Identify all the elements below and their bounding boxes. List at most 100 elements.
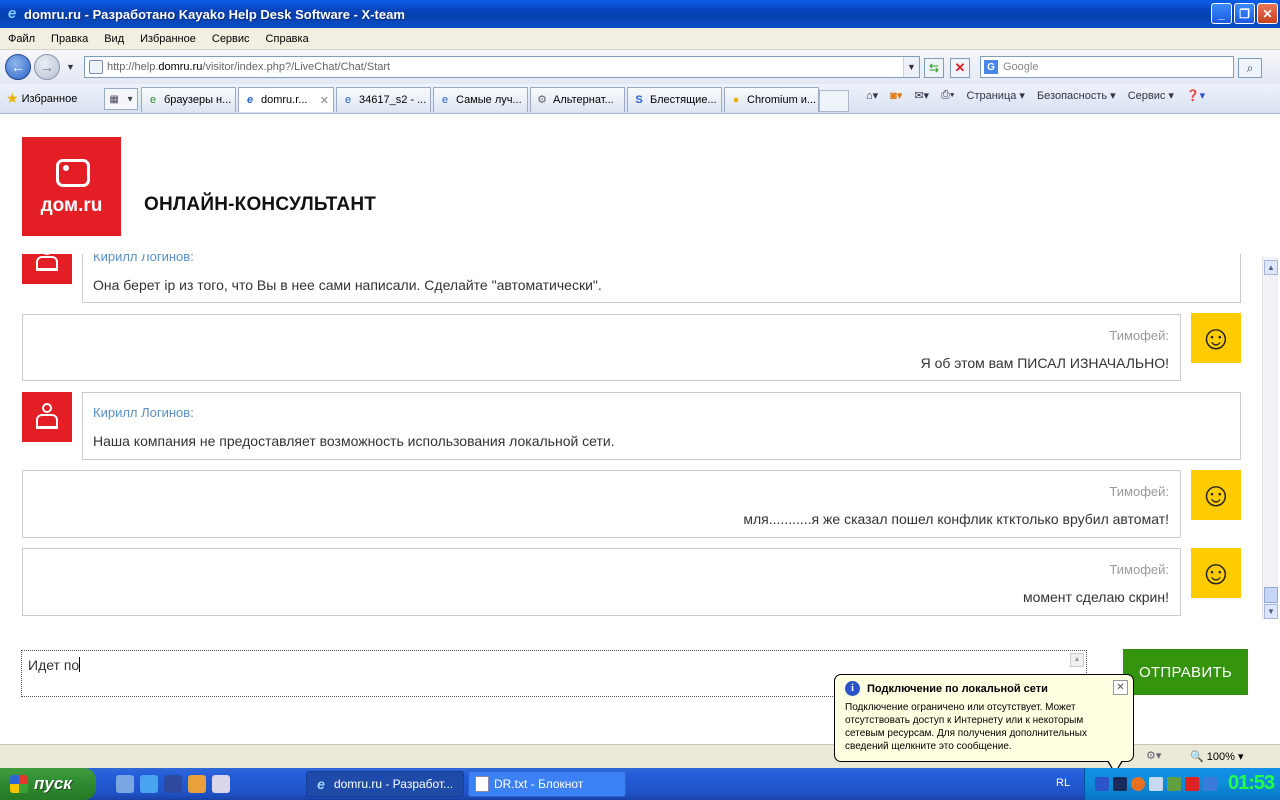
tab-browsers[interactable]: e браузеры н... bbox=[141, 87, 236, 112]
ie-icon: e bbox=[317, 776, 325, 792]
stop-icon[interactable]: ✕ bbox=[950, 58, 970, 78]
scroll-up-icon[interactable]: ▲ bbox=[1264, 260, 1278, 275]
scroll-thumb[interactable] bbox=[1264, 587, 1278, 603]
tab-label: Блестящие... bbox=[650, 94, 717, 106]
quick-launch bbox=[116, 775, 230, 793]
network-warning-icon[interactable] bbox=[1113, 777, 1127, 791]
page-menu[interactable]: Страница ▾ bbox=[967, 89, 1025, 102]
close-button[interactable]: ✕ bbox=[1257, 3, 1278, 24]
history-dropdown-icon[interactable]: ▼ bbox=[66, 62, 75, 72]
app-tray-icon[interactable] bbox=[1167, 777, 1181, 791]
maximize-button[interactable]: ❐ bbox=[1234, 3, 1255, 24]
film-icon[interactable] bbox=[212, 775, 230, 793]
smiley-icon: ☺ bbox=[1191, 470, 1241, 520]
app-tray-icon[interactable] bbox=[1203, 777, 1217, 791]
search-input[interactable]: G Google bbox=[980, 56, 1234, 78]
menu-edit[interactable]: Правка bbox=[43, 33, 96, 45]
menu-tools[interactable]: Сервис bbox=[204, 33, 258, 45]
network-notification[interactable]: i Подключение по локальной сети ✕ Подклю… bbox=[834, 674, 1134, 774]
tab-label: Самые луч... bbox=[456, 94, 522, 106]
message-text: Я об этом вам ПИСАЛ ИЗНАЧАЛЬНО! bbox=[920, 355, 1169, 371]
quick-tabs-button[interactable]: ▦ ▾ bbox=[104, 88, 138, 110]
message-text: Наша компания не предоставляет возможнос… bbox=[93, 433, 615, 449]
taskbar-window-label: DR.txt - Блокнот bbox=[494, 777, 584, 791]
address-bar[interactable]: http://help. domru.ru/visitor/index.php?/… bbox=[84, 56, 920, 78]
ie-icon: e bbox=[441, 94, 449, 106]
forward-button[interactable]: → bbox=[34, 54, 60, 80]
clock[interactable]: 01:53 bbox=[1228, 772, 1275, 795]
tab-list-dropdown-icon[interactable]: ▾ bbox=[128, 94, 133, 105]
safety-menu[interactable]: Безопасность ▾ bbox=[1037, 89, 1116, 102]
tab-alternatives[interactable]: ⚙ Альтернат... bbox=[530, 87, 625, 112]
menu-view[interactable]: Вид bbox=[96, 33, 132, 45]
new-tab-button[interactable] bbox=[819, 90, 849, 112]
back-button[interactable]: ← bbox=[5, 54, 31, 80]
page-icon: e bbox=[149, 94, 157, 106]
star-icon: ★ bbox=[6, 90, 19, 106]
close-tab-icon[interactable]: ✕ bbox=[320, 94, 329, 107]
app-tray-icon[interactable] bbox=[1131, 777, 1145, 791]
scroll-down-icon[interactable]: ▼ bbox=[1264, 604, 1278, 619]
notification-text: Подключение ограничено или отсутствует. … bbox=[845, 702, 1087, 752]
chat-message: Кирилл Логинов: Наша компания не предост… bbox=[82, 392, 1241, 460]
zoom-level[interactable]: 🔍 100% ▾ bbox=[1190, 750, 1243, 763]
logo-text: дом.ru bbox=[40, 195, 103, 216]
tab-34617[interactable]: e 34617_s2 - ... bbox=[336, 87, 431, 112]
zoom-value: 100% bbox=[1206, 751, 1235, 763]
tab-best[interactable]: e Самые луч... bbox=[433, 87, 528, 112]
notepad-icon bbox=[475, 776, 489, 792]
ie-icon[interactable] bbox=[140, 775, 158, 793]
lightbulb-icon: ● bbox=[732, 94, 740, 106]
menu-favorites[interactable]: Избранное bbox=[132, 33, 204, 45]
mail-icon[interactable]: ✉▾ bbox=[914, 89, 929, 102]
address-dropdown-icon[interactable]: ▼ bbox=[903, 57, 919, 77]
home-icon[interactable]: ⌂▾ bbox=[866, 89, 878, 102]
tab-domru[interactable]: e domru.r... ✕ bbox=[238, 87, 334, 112]
app-icon[interactable] bbox=[188, 775, 206, 793]
page-content: дом.ru ОНЛАЙН-КОНСУЛЬТАНТ Кирилл Логинов… bbox=[0, 114, 1280, 744]
tab-label: 34617_s2 - ... bbox=[359, 94, 427, 106]
network-icon[interactable] bbox=[1095, 777, 1109, 791]
quick-tabs-icon: ▦ bbox=[109, 93, 119, 105]
taskbar-window-label: domru.ru - Разработ... bbox=[334, 777, 454, 791]
tab-brilliant[interactable]: S Блестящие... bbox=[627, 87, 722, 112]
menu-file[interactable]: Файл bbox=[0, 33, 43, 45]
send-button[interactable]: ОТПРАВИТЬ bbox=[1123, 649, 1248, 695]
tab-chromium[interactable]: ● Chromium и... bbox=[724, 87, 819, 112]
network-icon[interactable] bbox=[116, 775, 134, 793]
tools-menu[interactable]: Сервис ▾ bbox=[1128, 89, 1174, 102]
chat-scrollbar[interactable]: ▲ ▼ bbox=[1262, 257, 1278, 619]
message-text: момент сделаю скрин! bbox=[1022, 589, 1169, 605]
message-author: Кирилл Логинов: bbox=[93, 254, 194, 264]
search-icon[interactable]: ⌕ bbox=[1238, 58, 1262, 78]
title-bar: e domru.ru - Разработано Kayako Help Des… bbox=[0, 0, 1280, 28]
tab-label: браузеры н... bbox=[164, 94, 232, 106]
chat-message: Тимофей: Я об этом вам ПИСАЛ ИЗНАЧАЛЬНО! bbox=[22, 314, 1181, 381]
address-prefix: http://help. bbox=[107, 61, 159, 73]
close-icon[interactable]: ✕ bbox=[1113, 680, 1128, 695]
menu-help[interactable]: Справка bbox=[258, 33, 317, 45]
rss-feed-icon[interactable]: ◙▾ bbox=[890, 89, 902, 102]
ie-icon: e bbox=[344, 94, 352, 106]
notification-header: i Подключение по локальной сети bbox=[845, 681, 1123, 696]
help-icon[interactable]: ❓▾ bbox=[1186, 89, 1205, 102]
taskbar-window-notepad[interactable]: DR.txt - Блокнот bbox=[468, 771, 626, 797]
media-icon[interactable] bbox=[164, 775, 182, 793]
volume-icon[interactable] bbox=[1149, 777, 1163, 791]
tray-icons bbox=[1095, 777, 1217, 791]
start-button[interactable]: пуск bbox=[0, 768, 96, 800]
favorites-button[interactable]: ★ Избранное bbox=[6, 90, 106, 107]
domru-logo: дом.ru bbox=[22, 137, 121, 236]
taskbar-window-ie[interactable]: e domru.ru - Разработ... bbox=[306, 771, 464, 797]
address-domain: domru.ru bbox=[158, 61, 203, 73]
app-tray-icon[interactable] bbox=[1185, 777, 1199, 791]
protected-mode-icon[interactable]: ⚙▾ bbox=[1146, 749, 1161, 762]
menu-bar: Файл Правка Вид Избранное Сервис Справка bbox=[0, 28, 1280, 50]
minimize-button[interactable]: _ bbox=[1211, 3, 1232, 24]
input-scroll-up-icon[interactable]: ▲ bbox=[1070, 653, 1084, 667]
print-icon[interactable]: ⎙▾ bbox=[941, 89, 954, 102]
language-indicator[interactable]: RL bbox=[1056, 777, 1070, 789]
tv-icon bbox=[56, 159, 90, 187]
agent-avatar bbox=[22, 254, 72, 284]
refresh-icon[interactable]: ⇆ bbox=[924, 58, 944, 78]
